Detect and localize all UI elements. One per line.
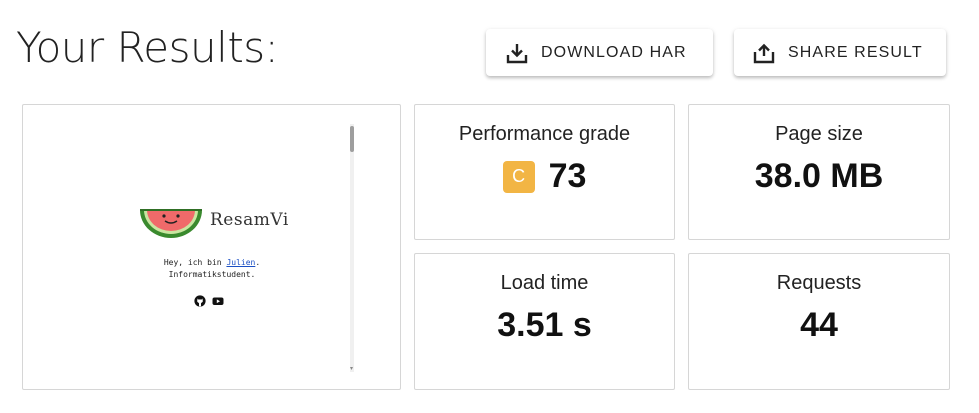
- share-result-label: SHARE RESULT: [788, 43, 923, 61]
- performance-score: 73: [548, 157, 587, 195]
- intro-line-2: Informatikstudent.: [168, 270, 256, 279]
- page-size-label: Page size: [775, 123, 863, 145]
- download-icon: [505, 41, 529, 65]
- download-har-label: DOWNLOAD HAR: [541, 43, 687, 61]
- scrollbar-thumb[interactable]: [350, 126, 354, 152]
- intro-line-1: Hey, ich bin Julien.: [163, 258, 261, 267]
- requests-value: 44: [800, 306, 838, 344]
- scroll-down-icon[interactable]: ▾: [350, 366, 354, 372]
- page-size-card: Page size 38.0 MB: [688, 104, 950, 240]
- logo-text: ResamVi: [210, 210, 289, 230]
- preview-scrollbar[interactable]: [350, 124, 354, 372]
- download-har-button[interactable]: DOWNLOAD HAR: [486, 29, 713, 76]
- load-time-value: 3.51 s: [497, 306, 592, 344]
- site-preview: ResamVi Hey, ich bin Julien. Informatiks…: [22, 104, 401, 390]
- youtube-icon[interactable]: [212, 294, 224, 306]
- social-links: [194, 294, 224, 307]
- share-upload-icon: [752, 41, 776, 65]
- grade-badge: C: [502, 160, 535, 193]
- load-time-label: Load time: [500, 272, 589, 294]
- performance-grade-value: C 73: [415, 157, 674, 196]
- page-title: Your Results:: [16, 23, 279, 72]
- requests-label: Requests: [776, 272, 862, 294]
- watermelon-logo: [140, 209, 202, 238]
- page-size-value: 38.0 MB: [754, 157, 884, 195]
- performance-grade-label: Performance grade: [458, 123, 631, 145]
- load-time-card: Load time 3.51 s: [414, 253, 675, 390]
- author-link[interactable]: Julien: [226, 258, 255, 267]
- share-result-button[interactable]: SHARE RESULT: [734, 29, 946, 76]
- github-icon[interactable]: [194, 294, 206, 307]
- performance-grade-card: Performance grade C 73: [414, 104, 675, 240]
- requests-card: Requests 44: [688, 253, 950, 390]
